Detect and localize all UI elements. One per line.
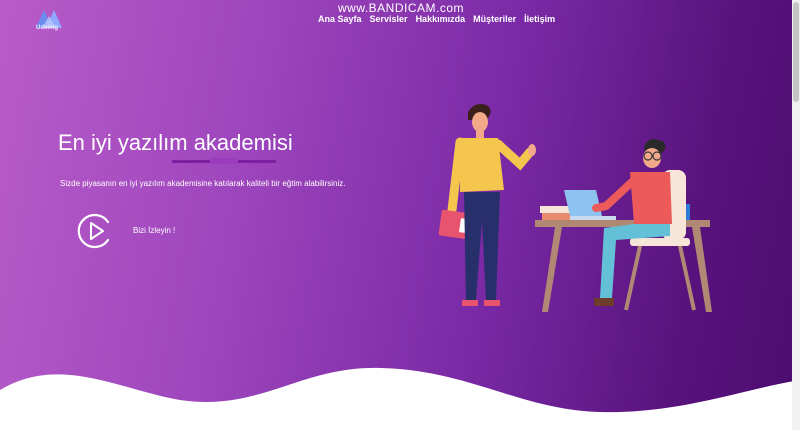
- standing-person-figure: [438, 104, 536, 306]
- page-scrollbar[interactable]: [792, 0, 800, 430]
- nav-item-ana-sayfa[interactable]: Ana Sayfa: [318, 14, 362, 24]
- scrollbar-thumb[interactable]: [793, 2, 799, 102]
- watermark-text: www.BANDICAM.com: [338, 1, 465, 15]
- bottom-wave: [0, 367, 800, 430]
- office-people-illustration: [438, 104, 712, 312]
- nav-item-servisler[interactable]: Servisler: [370, 14, 408, 24]
- title-underline-accent: [210, 158, 238, 164]
- hero-section: Udemig www.BANDICAM.com Ana Sayfa Servis…: [0, 0, 800, 430]
- brand-name: Udemig: [36, 25, 59, 31]
- nav-item-iletisim[interactable]: İletişim: [524, 14, 555, 24]
- main-nav: Ana Sayfa Servisler Hakkımızda Müşterile…: [318, 14, 555, 24]
- play-circle-icon[interactable]: [75, 211, 115, 251]
- hero-title: En iyi yazılım akademisi: [58, 130, 293, 155]
- nav-item-musteriler[interactable]: Müşteriler: [473, 14, 516, 24]
- nav-item-hakkimizda[interactable]: Hakkımızda: [416, 14, 466, 24]
- hero-subtitle: Sizde piyasanın en iyi yazılım akademisi…: [60, 179, 346, 188]
- watch-us-link[interactable]: Bizi İzleyin !: [133, 226, 175, 235]
